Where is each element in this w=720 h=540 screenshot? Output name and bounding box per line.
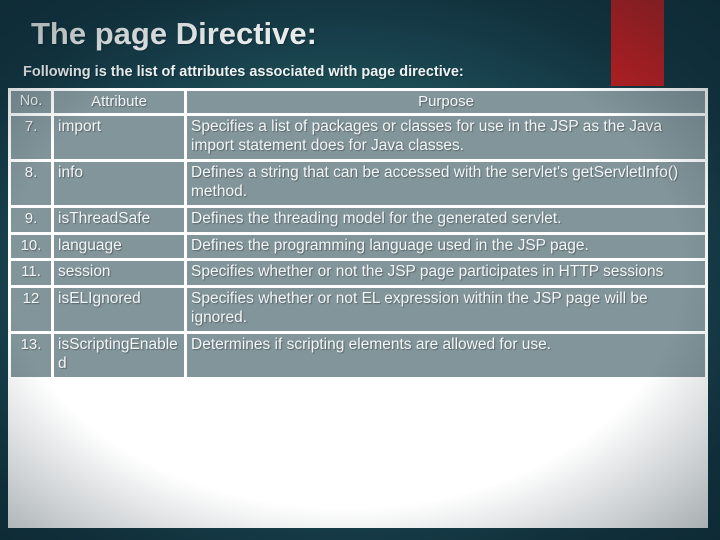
- cell-attribute: info: [54, 161, 184, 205]
- table-body: 7. import Specifies a list of packages or …: [11, 116, 705, 377]
- cell-no: 11.: [11, 261, 51, 286]
- table-row: 9. isThreadSafe Defines the threading mode…: [11, 207, 705, 232]
- table-row: 8. info Defines a string that can be acces…: [11, 161, 705, 205]
- table-header: No. Attribute Purpose: [11, 91, 705, 113]
- cell-attribute: isScriptingEnabled: [54, 334, 184, 377]
- column-header-attribute: Attribute: [54, 91, 184, 113]
- cell-purpose: Determines if scripting elements are all…: [187, 334, 705, 377]
- attributes-table-container: No. Attribute Purpose 7. import Specifies …: [8, 88, 708, 528]
- cell-purpose: Defines the programming language used in…: [187, 234, 705, 259]
- page-subtitle: Following is the list of attributes asso…: [23, 64, 464, 80]
- column-header-no: No.: [11, 91, 51, 113]
- cell-purpose: Specifies whether or not EL expression w…: [187, 288, 705, 332]
- cell-attribute: isELIgnored: [54, 288, 184, 332]
- cell-no: 13.: [11, 334, 51, 377]
- table-row: 11. session Specifies whether or not the J…: [11, 261, 705, 286]
- column-header-purpose: Purpose: [187, 91, 705, 113]
- table-row: 12 isELIgnored Specifies whether or not EL…: [11, 288, 705, 332]
- table-row: 10. language Defines the programming langu…: [11, 234, 705, 259]
- cell-attribute: isThreadSafe: [54, 207, 184, 232]
- page-title: The page Directive:: [31, 16, 317, 51]
- cell-attribute: import: [54, 116, 184, 159]
- table-row: 7. import Specifies a list of packages or …: [11, 116, 705, 159]
- cell-no: 9.: [11, 207, 51, 232]
- slide: The page Directive: Following is the lis…: [0, 0, 720, 540]
- cell-purpose: Specifies whether or not the JSP page pa…: [187, 261, 705, 286]
- red-accent-bar: [611, 0, 664, 86]
- cell-attribute: session: [54, 261, 184, 286]
- cell-purpose: Specifies a list of packages or classes …: [187, 116, 705, 159]
- cell-no: 10.: [11, 234, 51, 259]
- table-row: 13. isScriptingEnabled Determines if scrip…: [11, 334, 705, 377]
- cell-purpose: Defines the threading model for the gene…: [187, 207, 705, 232]
- cell-purpose: Defines a string that can be accessed wi…: [187, 161, 705, 205]
- table-header-row: No. Attribute Purpose: [11, 91, 705, 113]
- cell-no: 12: [11, 288, 51, 332]
- cell-no: 7.: [11, 116, 51, 159]
- attributes-table: No. Attribute Purpose 7. import Specifies …: [8, 88, 708, 380]
- cell-no: 8.: [11, 161, 51, 205]
- cell-attribute: language: [54, 234, 184, 259]
